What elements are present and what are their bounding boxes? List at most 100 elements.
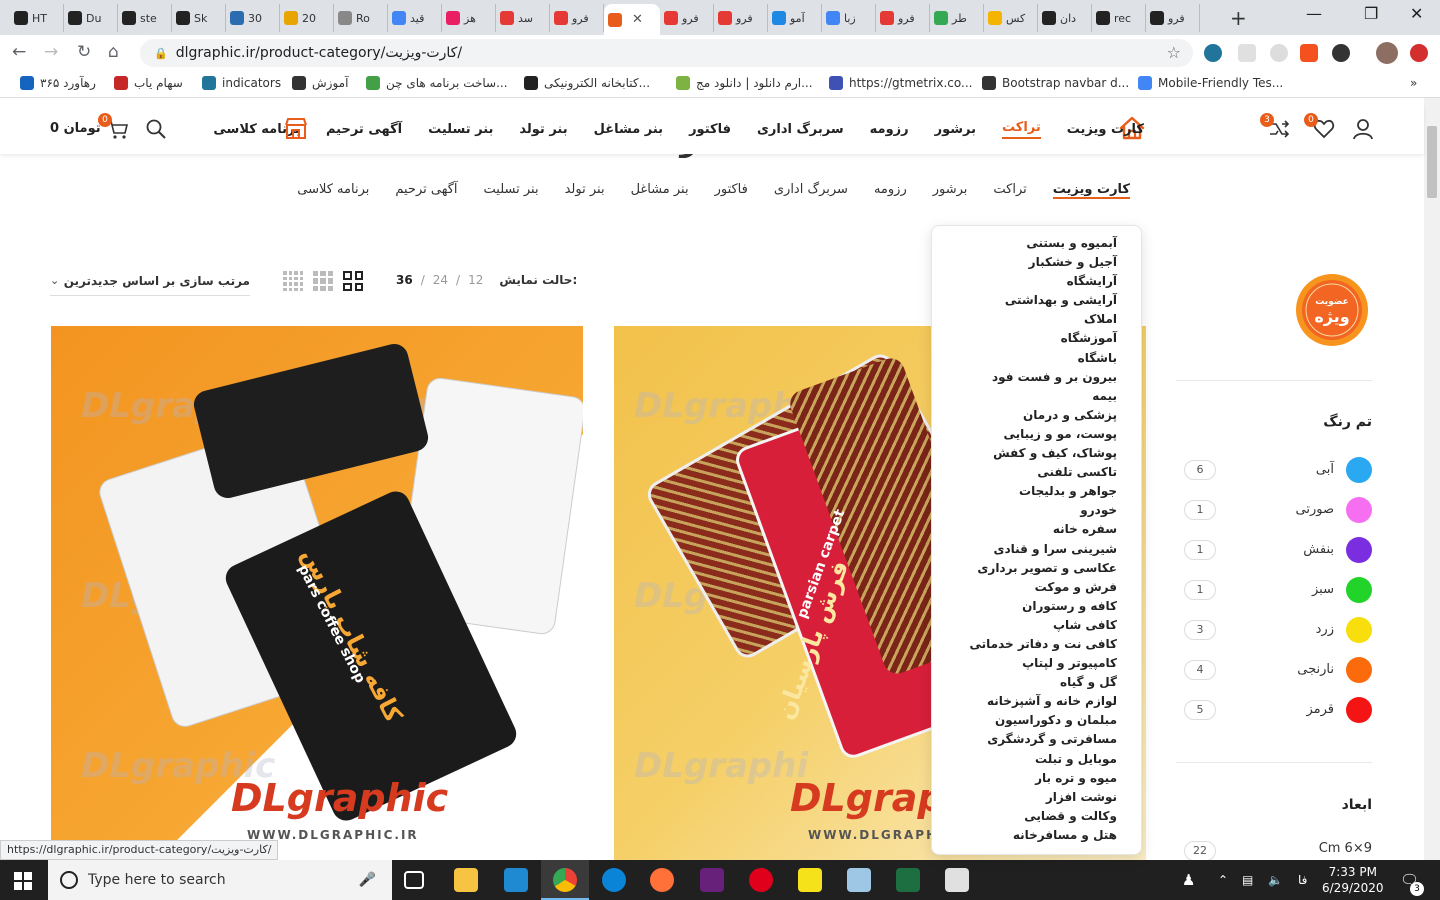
- browser-tab[interactable]: ste: [118, 4, 172, 32]
- dropdown-category-item[interactable]: کافی شاپ: [932, 616, 1117, 635]
- vip-membership-badge[interactable]: عضویت ویژه: [1292, 270, 1372, 350]
- browser-tab[interactable]: فرو: [876, 4, 930, 32]
- browser-tab[interactable]: 20: [280, 4, 334, 32]
- user-icon[interactable]: [1352, 118, 1374, 140]
- chevron-up-icon[interactable]: ⌃: [1218, 860, 1228, 900]
- language-indicator[interactable]: فا: [1298, 860, 1307, 900]
- app-icon[interactable]: [847, 868, 871, 892]
- per-page-24[interactable]: 24: [433, 273, 448, 287]
- close-tab-icon[interactable]: ✕: [632, 12, 643, 27]
- new-tab-button[interactable]: +: [1230, 6, 1247, 30]
- dropdown-category-item[interactable]: عکاسی و تصویر برداری: [932, 559, 1117, 578]
- color-filter-item[interactable]: صورتی 1: [1184, 497, 1374, 523]
- browser-tab[interactable]: آمو: [768, 4, 822, 32]
- bookmark-item[interactable]: سهام یاب: [108, 76, 183, 90]
- network-icon[interactable]: ▤: [1242, 860, 1253, 900]
- sticky-notes-icon[interactable]: [798, 868, 822, 892]
- sort-select[interactable]: ⌄ مرتب سازی بر اساس جدیدترین: [50, 266, 250, 296]
- nav-item[interactable]: بنر تسلیت: [428, 122, 493, 137]
- bookmark-item[interactable]: ساخت برنامه های چن...: [360, 76, 508, 90]
- calculator-icon[interactable]: [945, 868, 969, 892]
- vscode-icon[interactable]: [504, 868, 528, 892]
- opera-icon[interactable]: [749, 868, 773, 892]
- visual-studio-icon[interactable]: [700, 868, 724, 892]
- wordpress-extension-icon[interactable]: [1204, 44, 1222, 62]
- browser-tab[interactable]: طر: [930, 4, 984, 32]
- bookmark-star-icon[interactable]: ☆: [1167, 43, 1181, 62]
- extension-icon[interactable]: [1238, 44, 1256, 62]
- dropdown-category-item[interactable]: نوشت افزار: [932, 788, 1117, 807]
- browser-tab-active[interactable]: ✕: [604, 4, 660, 35]
- dropdown-category-item[interactable]: جواهر و بدلیجات: [932, 482, 1117, 501]
- dropdown-category-item[interactable]: تاکسی تلفنی: [932, 463, 1117, 482]
- firefox-icon[interactable]: [650, 868, 674, 892]
- dropdown-category-item[interactable]: فرش و موکت: [932, 578, 1117, 597]
- subnav-item[interactable]: بنر تولد: [565, 182, 605, 199]
- extension-icon[interactable]: [1300, 44, 1318, 62]
- nav-item[interactable]: کارت ویزیت: [1067, 122, 1144, 137]
- close-window-button[interactable]: ✕: [1410, 4, 1423, 23]
- extension-icon[interactable]: [1270, 44, 1288, 62]
- start-button[interactable]: [14, 872, 32, 890]
- browser-tab[interactable]: فرو: [714, 4, 768, 32]
- browser-tab[interactable]: Sk: [172, 4, 226, 32]
- browser-tab[interactable]: فرو: [550, 4, 604, 32]
- subnav-item[interactable]: فاکتور: [715, 182, 748, 199]
- dropdown-category-item[interactable]: میوه و تره بار: [932, 769, 1117, 788]
- dropdown-category-item[interactable]: کافی نت و دفاتر خدماتی: [932, 635, 1117, 654]
- dropdown-category-item[interactable]: باشگاه: [932, 349, 1117, 368]
- dropdown-category-item[interactable]: آرایشی و بهداشتی: [932, 291, 1117, 310]
- volume-icon[interactable]: 🔈: [1268, 860, 1283, 900]
- nav-item[interactable]: برشور: [935, 122, 976, 137]
- color-filter-item[interactable]: آبی 6: [1184, 457, 1374, 483]
- color-filter-item[interactable]: سبز 1: [1184, 577, 1374, 603]
- subnav-item[interactable]: بنر تسلیت: [484, 182, 539, 199]
- dropdown-category-item[interactable]: هتل و مسافرخانه: [932, 826, 1117, 845]
- browser-tab[interactable]: سد: [496, 4, 550, 32]
- chrome-icon[interactable]: [553, 868, 577, 892]
- color-filter-item[interactable]: بنفش 1: [1184, 537, 1374, 563]
- update-icon[interactable]: [1410, 44, 1428, 62]
- forward-icon[interactable]: →: [44, 42, 58, 62]
- color-filter-item[interactable]: زرد 3: [1184, 617, 1374, 643]
- dropdown-category-item[interactable]: وکالت و قضایی: [932, 807, 1117, 826]
- browser-tab[interactable]: HT: [10, 4, 64, 32]
- browser-tab[interactable]: هز: [442, 4, 496, 32]
- subnav-item[interactable]: بنر مشاغل: [631, 182, 689, 199]
- subnav-item[interactable]: رزومه: [874, 182, 907, 199]
- dropdown-category-item[interactable]: لوازم خانه و آشپزخانه: [932, 692, 1117, 711]
- excel-icon[interactable]: [896, 868, 920, 892]
- task-view-icon[interactable]: [404, 871, 424, 889]
- bookmark-item[interactable]: Mobile-Friendly Tes...: [1132, 76, 1283, 90]
- dropdown-category-item[interactable]: پوست، مو و زیبایی: [932, 425, 1117, 444]
- dropdown-category-item[interactable]: مبلمان و دکوراسیون: [932, 711, 1117, 730]
- dropdown-category-item[interactable]: سفره خانه: [932, 520, 1117, 539]
- color-filter-item[interactable]: نارنجی 4: [1184, 657, 1374, 683]
- microphone-icon[interactable]: 🎤: [359, 872, 376, 888]
- shop-icon[interactable]: [284, 116, 308, 140]
- browser-tab[interactable]: فرو: [660, 4, 714, 32]
- home-icon[interactable]: ⌂: [108, 42, 119, 62]
- dropdown-category-item[interactable]: شیرینی سرا و قنادی: [932, 540, 1118, 559]
- dropdown-category-item[interactable]: آموزشگاه: [932, 329, 1117, 348]
- nav-item[interactable]: بنر تولد: [519, 122, 567, 137]
- dropdown-category-item[interactable]: کافه و رستوران: [932, 597, 1117, 616]
- nav-item[interactable]: بنر مشاغل: [594, 122, 663, 137]
- bookmark-item[interactable]: ارم دانلود | دانلود مج...: [670, 76, 813, 90]
- dropdown-category-item[interactable]: گل و گیاه: [932, 673, 1117, 692]
- browser-tab[interactable]: کس: [984, 4, 1038, 32]
- bookmark-item[interactable]: رهآورد ۳۶۵: [14, 76, 96, 90]
- search-icon[interactable]: [145, 118, 167, 140]
- url-field[interactable]: 🔒 dlgraphic.ir/product-category/کارت-ویز…: [140, 39, 1193, 67]
- nav-item[interactable]: رزومه: [870, 122, 909, 137]
- dropdown-category-item[interactable]: پوشاک، کیف و کفش: [932, 444, 1117, 463]
- per-page-36[interactable]: 36: [396, 273, 413, 287]
- edge-icon[interactable]: [602, 868, 626, 892]
- nav-item[interactable]: آگهی ترحیم: [326, 122, 402, 137]
- nav-item[interactable]: تراکت: [1002, 120, 1041, 139]
- subnav-item[interactable]: برشور: [933, 182, 968, 199]
- dropdown-category-item[interactable]: پزشکی و درمان: [932, 406, 1117, 425]
- dropdown-category-item[interactable]: کامپیوتر و لپتاپ: [932, 654, 1117, 673]
- per-page-12[interactable]: 12: [468, 273, 483, 287]
- bookmark-item[interactable]: آموزش: [286, 76, 348, 90]
